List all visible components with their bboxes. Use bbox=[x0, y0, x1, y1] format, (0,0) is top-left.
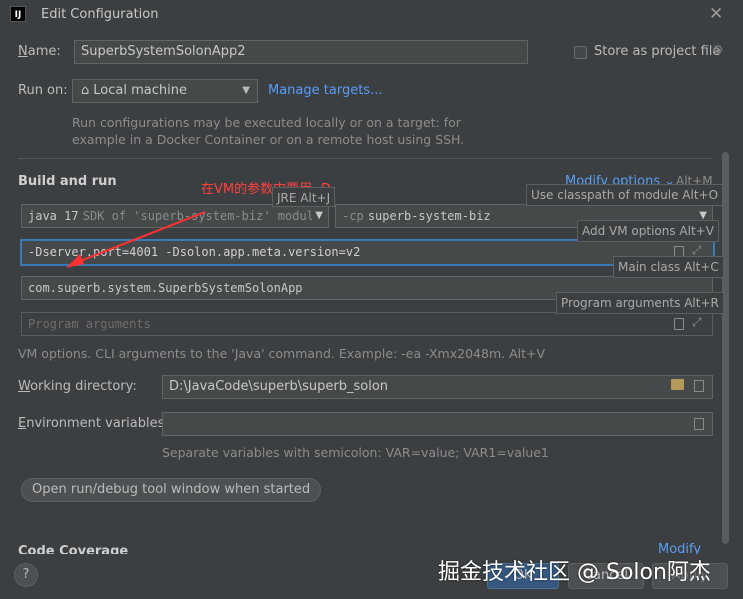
main-class-tooltip: Main class Alt+C bbox=[613, 256, 724, 278]
title-bar: IJ Edit Configuration ✕ bbox=[0, 0, 743, 30]
run-on-hint-1: Run configurations may be executed local… bbox=[72, 115, 461, 130]
divider bbox=[18, 158, 713, 159]
jre-tooltip: JRE Alt+J bbox=[272, 187, 336, 207]
classpath-prefix: -cp bbox=[342, 209, 364, 223]
working-directory-label: Working directory: bbox=[18, 379, 137, 394]
working-directory-value: D:\JavaCode\superb\superb_solon bbox=[169, 379, 389, 394]
vm-options-tooltip: Add VM options Alt+V bbox=[577, 220, 719, 242]
expand-field-icon[interactable] bbox=[694, 380, 704, 392]
gear-icon[interactable]: ⚙ bbox=[712, 44, 726, 58]
manage-targets-link[interactable]: Manage targets... bbox=[268, 83, 382, 98]
code-coverage-modify-link[interactable]: Modify bbox=[658, 542, 701, 554]
program-arguments-placeholder: Program arguments bbox=[28, 317, 151, 331]
classpath-tooltip: Use classpath of module Alt+O bbox=[526, 184, 724, 206]
run-on-value: Local machine bbox=[93, 83, 187, 98]
working-directory-input[interactable]: D:\JavaCode\superb\superb_solon bbox=[162, 375, 713, 399]
expand-field-icon[interactable] bbox=[674, 318, 684, 330]
scrollbar[interactable] bbox=[722, 152, 729, 544]
program-arguments-input[interactable]: Program arguments bbox=[21, 312, 713, 336]
red-arrow bbox=[66, 211, 206, 268]
build-and-run-header: Build and run bbox=[18, 174, 117, 189]
store-as-project-label: Store as project file bbox=[594, 44, 721, 59]
environment-variables-label: Environment variables: bbox=[18, 416, 169, 431]
expand-field-icon[interactable] bbox=[694, 418, 704, 430]
vm-options-hint: VM options. CLI arguments to the 'Java' … bbox=[18, 346, 546, 361]
run-on-hint-2: example in a Docker Container or on a re… bbox=[72, 132, 465, 147]
dialog-title: Edit Configuration bbox=[41, 7, 159, 22]
main-class-value: com.superb.system.SuperbSystemSolonApp bbox=[28, 281, 303, 295]
house-icon: ⌂ bbox=[81, 83, 90, 98]
program-arguments-tooltip: Program arguments Alt+R bbox=[556, 292, 724, 314]
code-coverage-header: Code Coverage bbox=[18, 544, 129, 554]
folder-icon[interactable] bbox=[671, 379, 684, 390]
chevron-down-icon: ▼ bbox=[242, 85, 250, 96]
environment-variables-hint: Separate variables with semicolon: VAR=v… bbox=[162, 445, 549, 460]
close-icon[interactable]: ✕ bbox=[709, 4, 723, 24]
open-tool-window-chip[interactable]: Open run/debug tool window when started bbox=[21, 478, 322, 502]
store-as-project-checkbox[interactable] bbox=[574, 46, 587, 59]
help-button[interactable]: ? bbox=[14, 563, 38, 587]
environment-variables-input[interactable] bbox=[162, 412, 713, 436]
intellij-logo-icon: IJ bbox=[10, 6, 26, 22]
run-on-label: Run on: bbox=[18, 83, 68, 98]
chevron-down-icon: ▼ bbox=[312, 205, 323, 227]
classpath-module: superb-system-biz bbox=[367, 209, 491, 223]
name-label: Name: bbox=[18, 44, 61, 59]
fullscreen-icon[interactable]: ⤢ bbox=[692, 315, 702, 330]
watermark: 掘金技术社区 @ Solon阿杰 bbox=[438, 560, 711, 585]
run-on-select[interactable]: ⌂ Local machine ▼ bbox=[72, 79, 258, 103]
name-input[interactable]: SuperbSystemSolonApp2 bbox=[74, 40, 528, 64]
